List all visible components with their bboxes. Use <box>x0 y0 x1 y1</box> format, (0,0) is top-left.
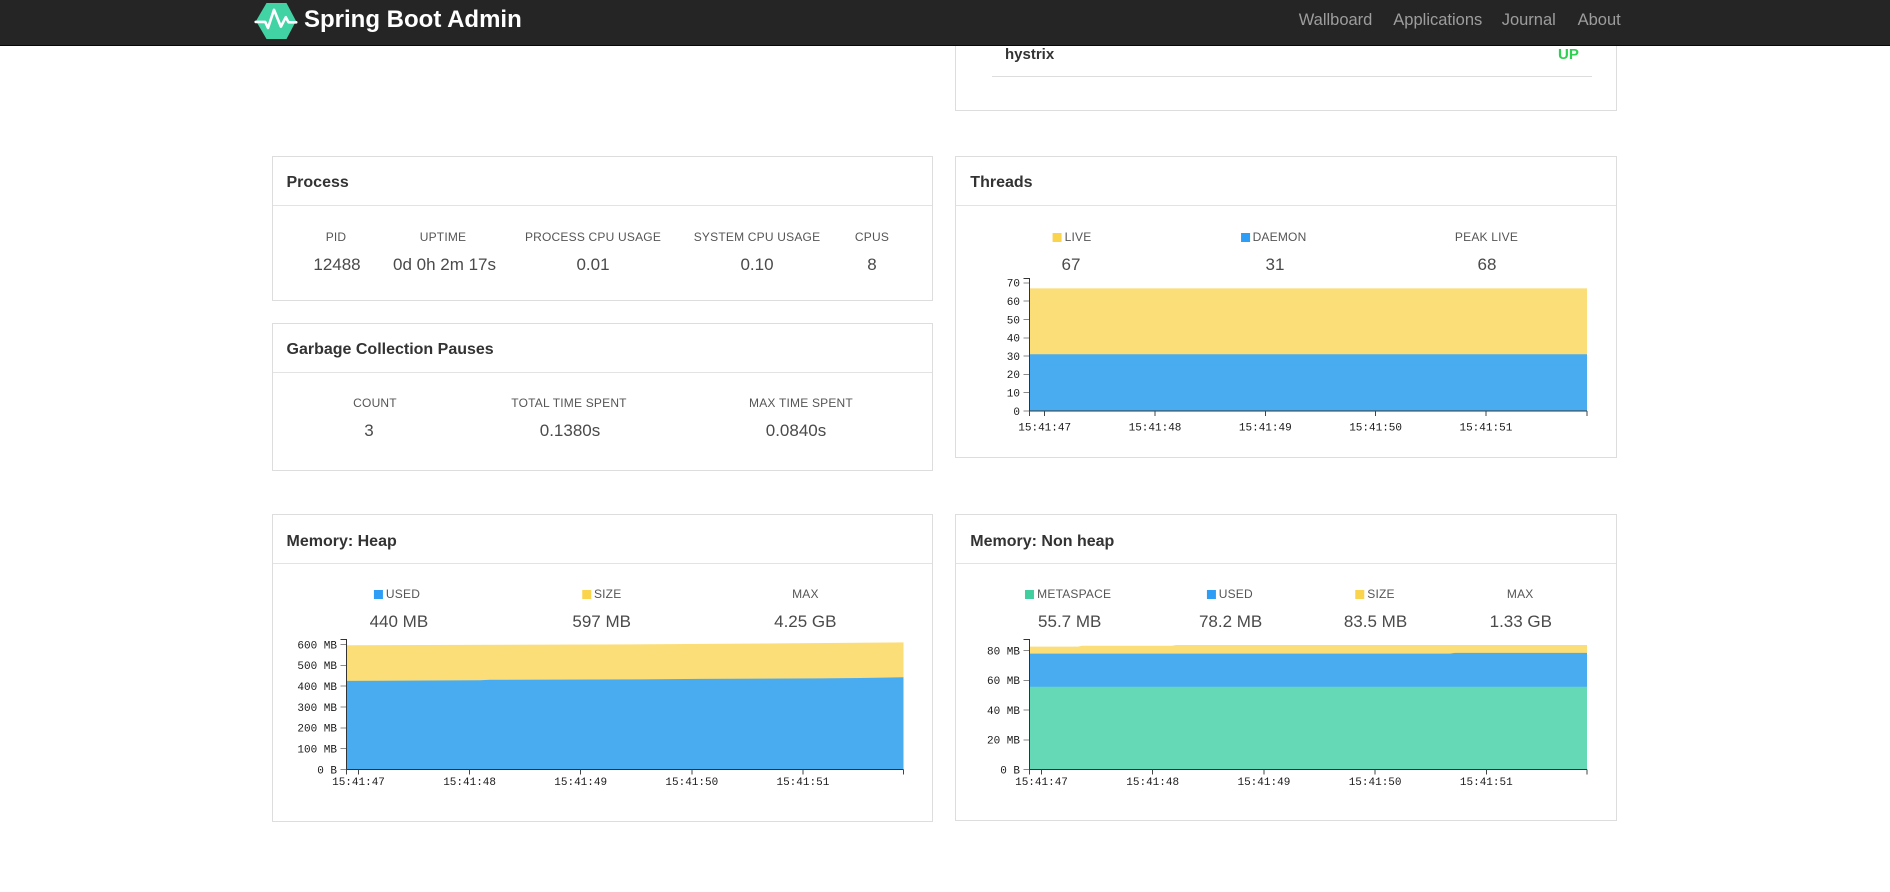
svg-text:30: 30 <box>1007 352 1020 364</box>
svg-text:300 MB: 300 MB <box>297 703 337 715</box>
svg-text:100 MB: 100 MB <box>297 745 337 757</box>
svg-text:10: 10 <box>1007 389 1020 401</box>
svg-text:15:41:49: 15:41:49 <box>1239 422 1292 434</box>
svg-text:15:41:49: 15:41:49 <box>1237 777 1290 789</box>
svg-text:15:41:48: 15:41:48 <box>1129 422 1182 434</box>
svg-text:15:41:48: 15:41:48 <box>443 777 496 789</box>
svg-text:15:41:48: 15:41:48 <box>1126 777 1179 789</box>
svg-text:15:41:50: 15:41:50 <box>1349 777 1402 789</box>
svg-text:200 MB: 200 MB <box>297 724 337 736</box>
svg-text:400 MB: 400 MB <box>297 682 337 694</box>
svg-text:40: 40 <box>1007 334 1020 346</box>
svg-text:20 MB: 20 MB <box>987 736 1020 748</box>
svg-text:15:41:51: 15:41:51 <box>776 777 829 789</box>
svg-text:15:41:51: 15:41:51 <box>1460 777 1513 789</box>
svg-text:15:41:49: 15:41:49 <box>554 777 607 789</box>
svg-text:0: 0 <box>1013 407 1020 419</box>
svg-text:40 MB: 40 MB <box>987 706 1020 718</box>
svg-text:80 MB: 80 MB <box>987 647 1020 659</box>
svg-text:15:41:47: 15:41:47 <box>332 777 385 789</box>
svg-text:0 B: 0 B <box>1000 765 1020 777</box>
svg-text:50: 50 <box>1007 315 1020 327</box>
svg-text:500 MB: 500 MB <box>297 661 337 673</box>
svg-text:15:41:50: 15:41:50 <box>665 777 718 789</box>
svg-text:60 MB: 60 MB <box>987 676 1020 688</box>
svg-text:20: 20 <box>1007 370 1020 382</box>
svg-text:70: 70 <box>1007 279 1020 291</box>
svg-text:60: 60 <box>1007 297 1020 309</box>
svg-text:15:41:51: 15:41:51 <box>1459 422 1512 434</box>
svg-text:15:41:50: 15:41:50 <box>1349 422 1402 434</box>
svg-text:0 B: 0 B <box>317 765 337 777</box>
svg-text:600 MB: 600 MB <box>297 640 337 652</box>
svg-text:15:41:47: 15:41:47 <box>1015 777 1068 789</box>
svg-text:15:41:47: 15:41:47 <box>1018 422 1071 434</box>
